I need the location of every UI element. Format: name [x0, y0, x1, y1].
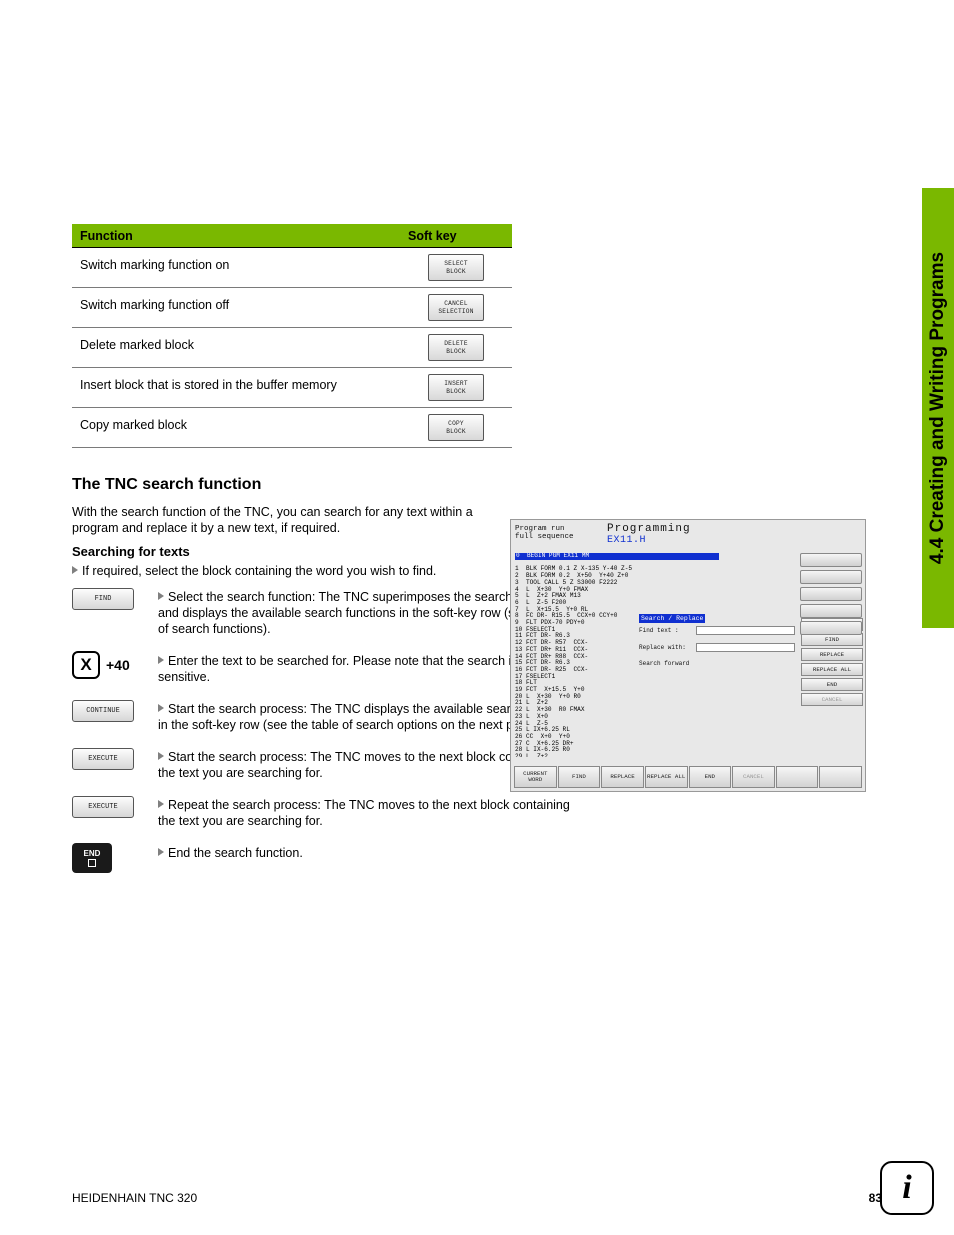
program-file: EX11.H [607, 535, 861, 546]
function-cell: Switch marking function off [72, 288, 400, 328]
footer-product: HEIDENHAIN TNC 320 [72, 1191, 197, 1205]
step-text: Enter the text to be searched for. Pleas… [158, 651, 570, 685]
dialog-btn-replace-all[interactable]: REPLACE ALL [801, 663, 863, 676]
function-cell: Insert block that is stored in the buffe… [72, 368, 400, 408]
softkey-button[interactable]: COPYBLOCK [428, 414, 484, 441]
softkey-button[interactable]: DELETEBLOCK [428, 334, 484, 361]
function-cell: Switch marking function on [72, 248, 400, 288]
table-row: Insert block that is stored in the buffe… [72, 368, 512, 408]
table-row: Delete marked block DELETEBLOCK [72, 328, 512, 368]
triangle-bullet-icon [72, 566, 78, 574]
softkey-button[interactable]: SELECTBLOCK [428, 254, 484, 281]
vertical-softkeys [800, 553, 862, 635]
end-key[interactable]: END [72, 843, 112, 873]
triangle-bullet-icon [158, 656, 164, 664]
axis-key-x[interactable]: X+40 [72, 651, 130, 679]
find-text-input[interactable] [696, 626, 795, 635]
table-row: Switch marking function off CANCELSELECTI… [72, 288, 512, 328]
section-tab-label: 4.4 Creating and Writing Programs [927, 252, 949, 564]
function-cell: Copy marked block [72, 408, 400, 448]
col-function: Function [72, 224, 400, 248]
info-icon: i [880, 1161, 934, 1215]
triangle-bullet-icon [158, 848, 164, 856]
dialog-title: Search / Replace [639, 614, 705, 623]
dialog-btn-cancel[interactable]: CANCEL [801, 693, 863, 706]
bottom-softkey [819, 766, 862, 788]
bottom-softkey[interactable]: CANCEL [732, 766, 775, 788]
step-row: EXECUTE Repeat the search process: The TN… [72, 795, 570, 829]
col-softkey: Soft key [400, 224, 512, 248]
mode-left: Program run full sequence [511, 520, 603, 549]
step-text: Start the search process: The TNC moves … [158, 747, 570, 781]
triangle-bullet-icon [158, 592, 164, 600]
search-replace-dialog: Search / Replace Find text : Replace wit… [639, 614, 795, 669]
mode-right: Programming [607, 523, 861, 535]
function-softkey-table: Function Soft key Switch marking functio… [72, 224, 512, 448]
preline: If required, select the block containing… [72, 563, 490, 579]
triangle-bullet-icon [158, 704, 164, 712]
bottom-softkey[interactable]: CURRENTWORD [514, 766, 557, 788]
page-footer: HEIDENHAIN TNC 320 83 [72, 1191, 882, 1205]
step-text: End the search function. [158, 843, 570, 861]
triangle-bullet-icon [158, 800, 164, 808]
replace-with-input[interactable] [696, 643, 795, 652]
dialog-btn-replace[interactable]: REPLACE [801, 648, 863, 661]
step-text: Select the search function: The TNC supe… [158, 587, 570, 637]
bottom-softkey-row: CURRENTWORDFINDREPLACEREPLACE ALLENDCANC… [514, 766, 862, 788]
softkey-continue[interactable]: CONTINUE [72, 700, 134, 722]
softkey-button[interactable]: CANCELSELECTION [428, 294, 484, 321]
step-row: END End the search function. [72, 843, 570, 873]
softkey-find[interactable]: FIND [72, 588, 134, 610]
step-row: EXECUTE Start the search process: The TNC… [72, 747, 570, 781]
section-tab: 4.4 Creating and Writing Programs [922, 188, 954, 628]
softkey-execute[interactable]: EXECUTE [72, 748, 134, 770]
intro-paragraph: With the search function of the TNC, you… [72, 504, 490, 536]
step-row: FIND Select the search function: The TNC … [72, 587, 570, 637]
table-row: Copy marked block COPYBLOCK [72, 408, 512, 448]
bottom-softkey [776, 766, 819, 788]
bottom-softkey[interactable]: REPLACE ALL [645, 766, 688, 788]
steps-list: FIND Select the search function: The TNC … [72, 587, 570, 873]
bottom-softkey[interactable]: END [689, 766, 732, 788]
dialog-btn-end[interactable]: END [801, 678, 863, 691]
section-heading: The TNC search function [72, 476, 882, 494]
bottom-softkey[interactable]: FIND [558, 766, 601, 788]
step-row: X+40 Enter the text to be searched for. P… [72, 651, 570, 685]
function-cell: Delete marked block [72, 328, 400, 368]
bottom-softkey[interactable]: REPLACE [601, 766, 644, 788]
softkey-button[interactable]: INSERTBLOCK [428, 374, 484, 401]
step-text: Repeat the search process: The TNC moves… [158, 795, 570, 829]
tnc-screenshot: Program run full sequence Programming EX… [510, 519, 866, 792]
step-row: CONTINUE Start the search process: The TN… [72, 699, 570, 733]
triangle-bullet-icon [158, 752, 164, 760]
softkey-execute[interactable]: EXECUTE [72, 796, 134, 818]
table-row: Switch marking function on SELECTBLOCK [72, 248, 512, 288]
step-text: Start the search process: The TNC displa… [158, 699, 570, 733]
